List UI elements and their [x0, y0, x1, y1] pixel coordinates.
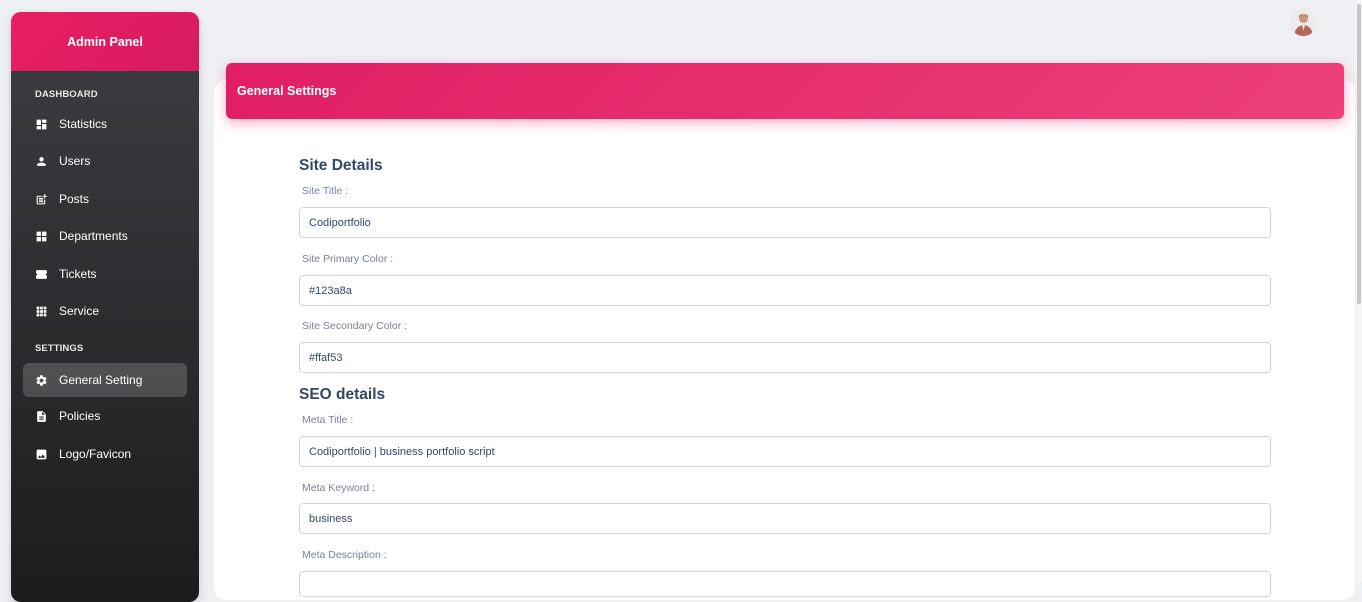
- document-icon: [35, 410, 48, 423]
- site-secondary-color-value: #ffaf53: [309, 351, 343, 364]
- site-primary-color-label: Site Primary Color :: [302, 253, 394, 265]
- sidebar-item-service[interactable]: Service: [23, 294, 187, 328]
- meta-keyword-label: Meta Keyword :: [302, 482, 375, 494]
- image-icon: [35, 448, 48, 461]
- sidebar-item-logo-favicon[interactable]: Logo/Favicon: [23, 437, 187, 471]
- post-add-icon: [35, 193, 48, 206]
- site-secondary-color-label: Site Secondary Color :: [302, 320, 408, 332]
- dashboard-icon: [35, 118, 48, 131]
- section-title-dashboard: DASHBOARD: [35, 89, 98, 100]
- site-title-value: Codiportfolio: [309, 216, 371, 229]
- sidebar-item-users[interactable]: Users: [23, 144, 187, 178]
- meta-description-label: Meta Description :: [302, 549, 387, 561]
- sidebar-item-policies[interactable]: Policies: [23, 399, 187, 433]
- meta-title-field[interactable]: Codiportfolio | business portfolio scrip…: [299, 436, 1271, 467]
- site-details-heading: Site Details: [299, 157, 383, 174]
- sidebar-item-posts[interactable]: Posts: [23, 182, 187, 216]
- sidebar-item-statistics[interactable]: Statistics: [23, 107, 187, 141]
- page-title: General Settings: [237, 84, 337, 98]
- sidebar: Admin Panel DASHBOARD Statistics Users P…: [11, 12, 199, 602]
- sidebar-item-label: Logo/Favicon: [59, 447, 132, 461]
- avatar-icon: [1290, 9, 1317, 36]
- meta-keyword-field[interactable]: business: [299, 503, 1271, 534]
- brand-title: Admin Panel: [67, 34, 143, 49]
- sidebar-item-general-setting[interactable]: General Setting: [23, 363, 187, 397]
- sidebar-item-label: Users: [59, 154, 91, 168]
- site-title-field[interactable]: Codiportfolio: [299, 207, 1271, 238]
- gear-icon: [35, 374, 48, 387]
- sidebar-item-label: General Setting: [59, 373, 143, 387]
- grid-icon: [35, 230, 48, 243]
- apps-icon: [35, 305, 48, 318]
- sidebar-item-label: Statistics: [59, 117, 108, 131]
- card-header: General Settings: [226, 63, 1344, 119]
- sidebar-item-departments[interactable]: Departments: [23, 219, 187, 253]
- sidebar-item-label: Departments: [59, 229, 128, 243]
- site-primary-color-value: #123a8a: [309, 284, 352, 297]
- scrollbar-thumb[interactable]: [1357, 4, 1361, 304]
- meta-title-value: Codiportfolio | business portfolio scrip…: [309, 445, 495, 458]
- sidebar-item-tickets[interactable]: Tickets: [23, 257, 187, 291]
- person-icon: [35, 155, 48, 168]
- seo-details-heading: SEO details: [299, 386, 386, 403]
- meta-keyword-value: business: [309, 512, 353, 525]
- sidebar-item-label: Service: [59, 304, 100, 318]
- section-title-settings: SETTINGS: [35, 343, 84, 354]
- site-title-label: Site Title :: [302, 185, 349, 197]
- meta-title-label: Meta Title :: [302, 414, 354, 426]
- ticket-icon: [35, 268, 48, 281]
- user-avatar[interactable]: [1290, 9, 1317, 36]
- meta-description-field[interactable]: [299, 571, 1271, 597]
- brand[interactable]: Admin Panel: [11, 12, 199, 71]
- sidebar-item-label: Tickets: [59, 267, 97, 281]
- sidebar-item-label: Policies: [59, 409, 101, 423]
- sidebar-item-label: Posts: [59, 192, 90, 206]
- site-secondary-color-field[interactable]: #ffaf53: [299, 342, 1271, 373]
- site-primary-color-field[interactable]: #123a8a: [299, 275, 1271, 306]
